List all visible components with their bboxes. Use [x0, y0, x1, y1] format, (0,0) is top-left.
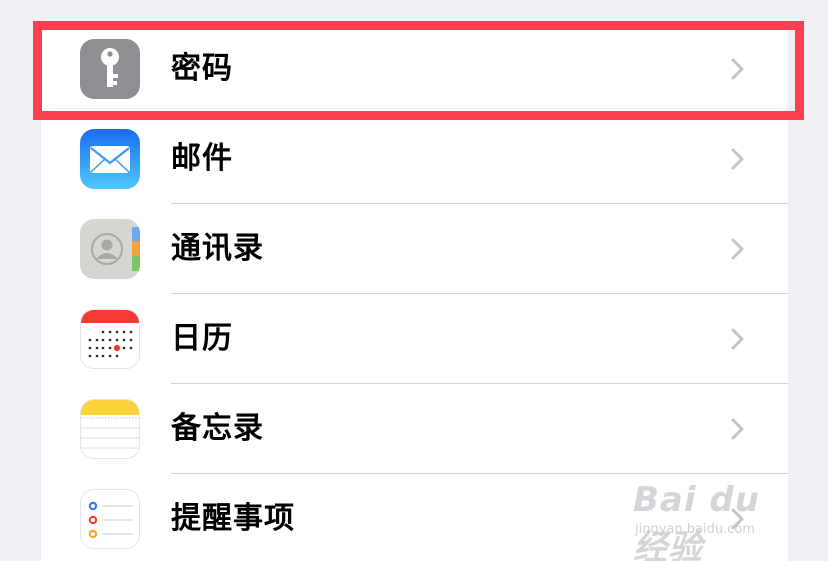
- chevron-right-icon: [729, 507, 747, 531]
- reminders-icon: [80, 489, 140, 549]
- settings-row-label: 通讯录: [171, 231, 264, 266]
- settings-row-calendar[interactable]: 日历: [41, 294, 788, 384]
- settings-row-passwords[interactable]: 密码: [41, 24, 788, 114]
- chevron-right-icon: [729, 417, 747, 441]
- calendar-icon: [80, 309, 140, 369]
- chevron-right-icon: [729, 57, 747, 81]
- key-icon: [80, 39, 140, 99]
- settings-row-label: 备忘录: [171, 411, 264, 446]
- contacts-icon: [80, 219, 140, 279]
- settings-row-contacts[interactable]: 通讯录: [41, 204, 788, 294]
- settings-screen: 密码 邮件 通讯录 日历 备忘录 提醒事项 Bai du 经验 jingyan.…: [0, 0, 828, 561]
- settings-row-label: 邮件: [171, 141, 233, 176]
- settings-row-notes[interactable]: 备忘录: [41, 384, 788, 474]
- mail-icon: [80, 129, 140, 189]
- settings-row-reminders[interactable]: 提醒事项: [41, 474, 788, 561]
- settings-row-label: 密码: [171, 51, 233, 86]
- settings-row-label: 提醒事项: [171, 501, 295, 536]
- settings-row-label: 日历: [171, 321, 233, 356]
- chevron-right-icon: [729, 147, 747, 171]
- chevron-right-icon: [729, 237, 747, 261]
- settings-row-mail[interactable]: 邮件: [41, 114, 788, 204]
- chevron-right-icon: [729, 327, 747, 351]
- settings-list: 密码 邮件 通讯录 日历 备忘录 提醒事项: [41, 22, 788, 561]
- notes-icon: [80, 399, 140, 459]
